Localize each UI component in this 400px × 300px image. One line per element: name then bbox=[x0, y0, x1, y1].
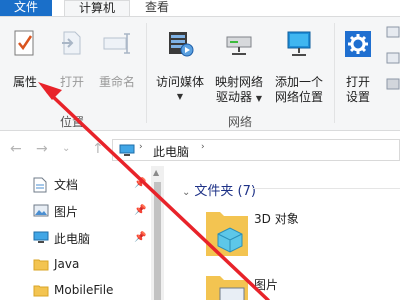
nav-item-pictures[interactable]: 图片 📌 bbox=[0, 199, 150, 223]
tab-computer[interactable]: 计算机 bbox=[64, 0, 130, 16]
content-pane: ⌄ 文件夹 (7) 3D 对象 图片 bbox=[164, 166, 400, 300]
open-icon bbox=[62, 31, 81, 55]
ribbon-separator bbox=[146, 23, 147, 123]
recent-locations-chevron-icon[interactable]: ⌄ bbox=[62, 143, 70, 154]
scroll-up-arrow-icon[interactable]: ▲ bbox=[153, 168, 159, 177]
section-divider bbox=[252, 188, 400, 189]
dropdown-arrow-icon: ▼ bbox=[255, 94, 262, 103]
nav-label: 此电脑 bbox=[54, 232, 91, 246]
nav-label: Java bbox=[54, 257, 80, 271]
nav-label: MobileFile bbox=[54, 283, 114, 297]
folder-icon bbox=[33, 285, 49, 297]
nav-scrollbar[interactable]: ▲ bbox=[151, 166, 164, 300]
group-label-location: 位置 bbox=[59, 115, 84, 129]
tab-view[interactable]: 查看 bbox=[140, 0, 174, 16]
open-label: 打开 bbox=[59, 75, 84, 89]
breadcrumb-this-pc[interactable]: 此电脑 bbox=[153, 143, 189, 160]
scroll-thumb[interactable] bbox=[154, 182, 161, 300]
open-settings-button[interactable]: 打开 设置 bbox=[338, 23, 378, 104]
system-small-buttons bbox=[386, 25, 400, 95]
this-pc-icon bbox=[119, 144, 135, 156]
folders-section-header[interactable]: ⌄ 文件夹 (7) bbox=[182, 180, 256, 199]
ribbon: 属性 打开 重命名 位置 访问媒体 ▼ 映射网络 驱动器 ▼ 添加一个 网络位置… bbox=[0, 16, 400, 131]
address-bar[interactable]: › 此电脑 › bbox=[112, 139, 400, 161]
address-row: ← → ⌄ ↑ › 此电脑 › bbox=[0, 132, 400, 166]
nav-label: 图片 bbox=[54, 205, 79, 219]
access-media-label: 访问媒体 bbox=[155, 75, 204, 89]
tab-file[interactable]: 文件 bbox=[0, 0, 52, 16]
add-location-label-1: 添加一个 bbox=[274, 75, 323, 89]
folders-header-label: 文件夹 (7) bbox=[194, 184, 256, 199]
group-label-network: 网络 bbox=[227, 115, 252, 129]
breadcrumb-separator-icon: › bbox=[139, 142, 143, 152]
nav-item-java[interactable]: Java bbox=[0, 253, 150, 277]
pictures-icon bbox=[33, 204, 49, 217]
access-media-button[interactable]: 访问媒体 ▼ bbox=[152, 23, 208, 103]
folder-label: 图片 bbox=[254, 278, 279, 292]
properties-label: 属性 bbox=[12, 75, 37, 89]
add-network-location-button[interactable]: 添加一个 网络位置 bbox=[270, 23, 328, 104]
open-settings-label-2: 设置 bbox=[345, 90, 370, 104]
pictures-folder-icon bbox=[206, 276, 248, 300]
3d-objects-folder-icon bbox=[206, 212, 248, 256]
nav-item-this-pc[interactable]: 此电脑 📌 bbox=[0, 226, 150, 250]
dropdown-arrow-icon: ▼ bbox=[176, 92, 184, 101]
document-icon bbox=[33, 177, 47, 193]
network-location-icon bbox=[287, 31, 311, 56]
forward-arrow-icon[interactable]: → bbox=[36, 141, 48, 157]
folder-pictures[interactable]: 图片 bbox=[204, 272, 278, 300]
breadcrumb-separator-icon[interactable]: › bbox=[201, 142, 205, 152]
navigation-pane: 文档 📌 图片 📌 此电脑 📌 Java MobileFile ▲ bbox=[0, 166, 164, 300]
map-network-drive-button[interactable]: 映射网络 驱动器 ▼ bbox=[210, 23, 268, 104]
rename-button[interactable]: 重命名 bbox=[92, 23, 142, 93]
map-drive-label-1: 映射网络 bbox=[214, 75, 263, 89]
media-icon bbox=[169, 32, 194, 57]
network-drive-icon bbox=[226, 36, 252, 55]
system-icons bbox=[386, 26, 400, 90]
pin-icon[interactable]: 📌 bbox=[134, 205, 146, 216]
folder-icon bbox=[33, 259, 49, 271]
nav-item-documents[interactable]: 文档 📌 bbox=[0, 172, 150, 196]
ribbon-separator bbox=[334, 23, 335, 123]
settings-gear-icon bbox=[345, 31, 371, 57]
collapse-chevron-icon: ⌄ bbox=[182, 187, 191, 198]
map-drive-label-2: 驱动器 ▼ bbox=[216, 90, 262, 104]
pin-icon[interactable]: 📌 bbox=[134, 178, 146, 189]
properties-button[interactable]: 属性 bbox=[2, 23, 48, 93]
properties-icon bbox=[14, 30, 34, 56]
up-arrow-icon[interactable]: ↑ bbox=[92, 141, 104, 157]
rename-label: 重命名 bbox=[98, 75, 135, 89]
add-location-label-2: 网络位置 bbox=[274, 90, 323, 104]
folder-3d-objects[interactable]: 3D 对象 bbox=[204, 206, 299, 261]
folder-label: 3D 对象 bbox=[254, 212, 299, 226]
this-pc-icon bbox=[33, 231, 49, 243]
ribbon-tab-bar: 文件 计算机 查看 bbox=[0, 0, 400, 16]
pin-icon[interactable]: 📌 bbox=[134, 232, 146, 243]
open-button[interactable]: 打开 bbox=[52, 23, 92, 93]
back-arrow-icon[interactable]: ← bbox=[10, 141, 22, 157]
nav-label: 文档 bbox=[54, 178, 79, 192]
rename-icon bbox=[103, 33, 130, 54]
open-settings-label-1: 打开 bbox=[345, 75, 370, 89]
nav-item-mobilefile[interactable]: MobileFile bbox=[0, 279, 150, 300]
